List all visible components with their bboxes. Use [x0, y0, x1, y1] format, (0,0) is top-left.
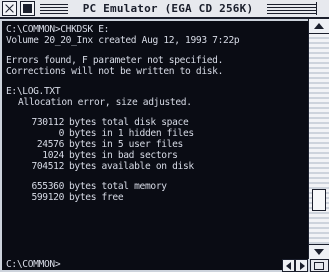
vertical-scrollbar[interactable] [308, 19, 329, 259]
stat-label: bytes total memory [69, 181, 167, 192]
vertical-scroll-thumb[interactable] [312, 189, 326, 211]
disk-stat-row: 24576 bytes in 5 user files [6, 139, 308, 150]
terminal-screen[interactable]: C:\COMMON>CHKDSK E: Volume 20_20_Inx cre… [2, 21, 308, 259]
terminal-prompt[interactable]: C:\COMMON> [2, 259, 308, 270]
stat-label: bytes in bad sectors [69, 150, 178, 161]
terminal-alloc-line: Allocation error, size adjusted. [18, 97, 192, 108]
title-stripes-right [267, 4, 317, 14]
stat-label: bytes in 5 user files [69, 139, 183, 150]
window-title: PC Emulator (EGA CD 256K) [72, 1, 264, 17]
disk-stat-row: 0 bytes in 1 hidden files [6, 128, 308, 139]
resize-box-icon[interactable] [310, 259, 329, 272]
stat-value: 704512 [31, 161, 64, 172]
terminal-volume-line: Volume 20_20_Inx created Aug 12, 1993 7:… [6, 35, 240, 46]
title-stripes-left [40, 4, 68, 14]
stat-value: 24576 [36, 139, 64, 150]
stat-value: 599120 [31, 192, 64, 203]
scroll-right-arrow-icon[interactable] [295, 259, 308, 272]
stat-value: 1024 [42, 150, 64, 161]
stat-label: bytes in 1 hidden files [69, 128, 194, 139]
stat-label: bytes available on disk [69, 161, 194, 172]
title-edge-icon [316, 2, 326, 15]
scroll-up-arrow-icon[interactable] [309, 19, 329, 34]
fuller-icon[interactable] [20, 1, 35, 16]
pc-emulator-window: PC Emulator (EGA CD 256K) C:\COMMON>CHKD… [0, 0, 329, 272]
terminal-command-line: C:\COMMON>CHKDSK E: [6, 24, 110, 35]
stat-value: 730112 [31, 117, 64, 128]
memory-stat-row: 655360 bytes total memory [6, 181, 308, 192]
disk-stat-row: 730112 bytes total disk space [6, 117, 308, 128]
disk-stat-row: 704512 bytes available on disk [6, 161, 308, 172]
terminal-error-line: Corrections will not be written to disk. [6, 66, 224, 77]
scroll-left-arrow-icon[interactable] [282, 259, 295, 272]
close-icon[interactable] [2, 1, 17, 16]
scroll-down-arrow-icon[interactable] [309, 244, 329, 259]
stat-label: bytes total disk space [69, 117, 189, 128]
stat-value: 0 [58, 128, 65, 139]
stat-value: 655360 [31, 181, 64, 192]
title-bar[interactable]: PC Emulator (EGA CD 256K) [0, 0, 329, 19]
memory-stat-row: 599120 bytes free [6, 192, 308, 203]
terminal-error-line: Errors found, F parameter not specified. [6, 55, 224, 66]
disk-stat-row: 1024 bytes in bad sectors [6, 150, 308, 161]
terminal-file-line: E:\LOG.TXT [6, 86, 61, 97]
stat-label: bytes free [69, 192, 124, 203]
